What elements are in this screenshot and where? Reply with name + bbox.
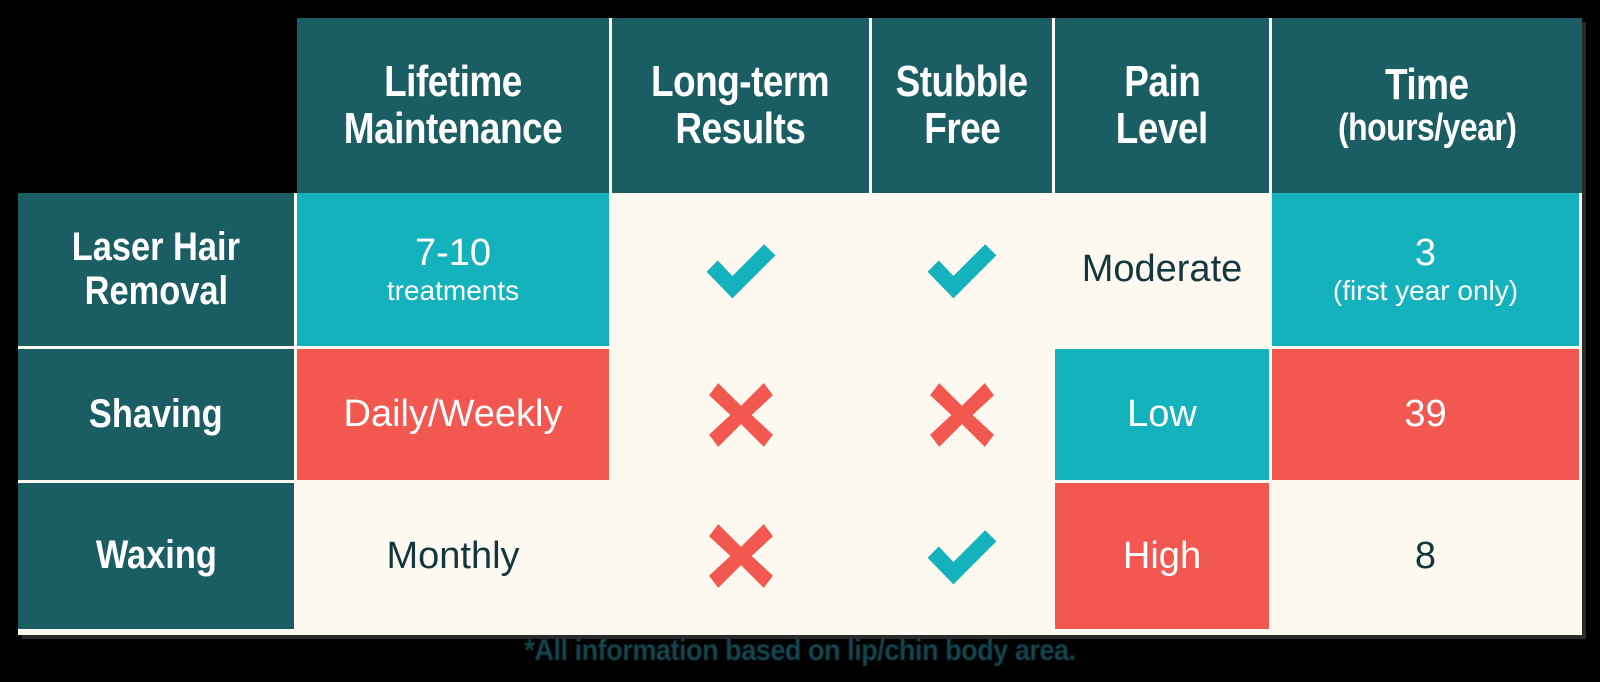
check-icon: [698, 227, 784, 313]
table-row: Waxing Monthly High 8: [18, 483, 1582, 629]
cell-value-main: 8: [1414, 534, 1437, 577]
column-header-line-1: Lifetime: [384, 57, 522, 107]
column-header-line-2: (hours/year): [1337, 106, 1517, 149]
cross-icon: [698, 513, 784, 599]
column-header-lifetime-maintenance: Lifetime Maintenance: [297, 18, 612, 193]
check-icon: [919, 227, 1005, 313]
cell-value-main: 7-10: [414, 232, 492, 275]
column-header-time: Time (hours/year): [1272, 18, 1582, 193]
column-header-line-2: Level: [1115, 103, 1208, 153]
row-label-line-1: Laser Hair: [71, 225, 241, 270]
cell-stubble-free-shaving: [872, 349, 1055, 480]
cell-value-main: Moderate: [1081, 248, 1243, 291]
row-label-laser-hair-removal: Laser Hair Removal: [18, 193, 297, 346]
check-icon: [919, 513, 1005, 599]
cell-value-sub: treatments: [386, 274, 520, 306]
table-row: Laser Hair Removal 7-10 treatments Moder…: [18, 193, 1582, 349]
cell-pain-level-laser: Moderate: [1055, 193, 1272, 346]
cell-value-main: 39: [1404, 393, 1447, 436]
table-row: Shaving Daily/Weekly Low 39: [18, 349, 1582, 483]
comparison-table-infographic: Lifetime Maintenance Long-term Results S…: [0, 0, 1600, 682]
column-header-line-1: Time: [1385, 60, 1469, 110]
cell-time-shaving: 39: [1272, 349, 1579, 480]
row-label-line-2: Removal: [84, 268, 228, 313]
cell-value-sub: (first year only): [1332, 274, 1519, 306]
table-body: Laser Hair Removal 7-10 treatments Moder…: [18, 193, 1582, 635]
column-header-pain-level: Pain Level: [1055, 18, 1272, 193]
cell-value-main: Daily/Weekly: [343, 393, 563, 436]
cell-time-laser: 3 (first year only): [1272, 193, 1579, 346]
cell-long-term-results-waxing: [612, 483, 872, 629]
cell-stubble-free-waxing: [872, 483, 1055, 629]
cell-long-term-results-laser: [612, 193, 872, 346]
cross-icon: [919, 372, 1005, 458]
table-header-row: Lifetime Maintenance Long-term Results S…: [297, 18, 1582, 193]
cell-stubble-free-laser: [872, 193, 1055, 346]
cell-long-term-results-shaving: [612, 349, 872, 480]
row-label-line-1: Shaving: [89, 391, 223, 436]
column-header-line-2: Results: [675, 103, 806, 153]
column-header-line-1: Pain: [1123, 57, 1201, 107]
cell-pain-level-waxing: High: [1055, 483, 1272, 629]
row-label-line-1: Waxing: [95, 533, 217, 578]
column-header-stubble-free: Stubble Free: [872, 18, 1055, 193]
column-header-long-term-results: Long-term Results: [612, 18, 872, 193]
column-header-line-1: Stubble: [895, 57, 1029, 107]
cell-value-main: High: [1122, 534, 1202, 577]
cell-maintenance-laser: 7-10 treatments: [297, 193, 612, 346]
cell-time-waxing: 8: [1272, 483, 1579, 629]
column-header-line-1: Long-term: [651, 57, 830, 107]
cell-pain-level-shaving: Low: [1055, 349, 1272, 480]
row-label-shaving: Shaving: [18, 349, 297, 480]
cross-icon: [698, 372, 784, 458]
cell-value-main: Monthly: [386, 534, 520, 577]
cell-value-main: 3: [1414, 232, 1437, 275]
column-header-line-2: Free: [923, 103, 1001, 153]
footnote-text: *All information based on lip/chin body …: [524, 634, 1076, 667]
cell-maintenance-waxing: Monthly: [297, 483, 612, 629]
cell-value-main: Low: [1127, 393, 1197, 436]
column-header-line-2: Maintenance: [343, 103, 563, 153]
row-label-waxing: Waxing: [18, 483, 297, 629]
cell-maintenance-shaving: Daily/Weekly: [297, 349, 612, 480]
